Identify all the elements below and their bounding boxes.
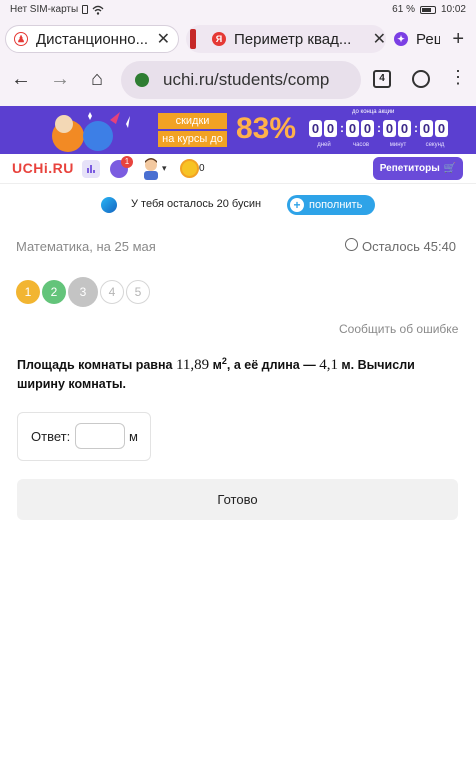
timer-unit-seconds: секунд — [425, 142, 445, 148]
topup-button-label: пополнить — [309, 199, 363, 211]
wifi-icon — [92, 5, 104, 15]
tab-group-marker — [190, 29, 196, 49]
timer-digit: 0 — [324, 120, 337, 137]
timer-digit: 0 — [398, 120, 411, 137]
answer-unit: м — [129, 429, 138, 444]
close-tab-icon[interactable]: ✕ — [367, 29, 386, 49]
tab-perimeter[interactable]: Я Периметр квад... ✕ — [186, 25, 386, 53]
system-status-bar: Нет SIM-карты 61 % 10:02 — [0, 0, 476, 22]
promo-banner[interactable]: скидки на курсы до 83% до конца акции 0 … — [0, 106, 476, 154]
lesson-subject: Математика, на 25 мая — [16, 239, 156, 254]
promo-label-discount: скидки — [158, 113, 227, 129]
ready-button[interactable]: Готово — [17, 479, 458, 520]
timer-digit: 0 — [435, 120, 448, 137]
yandex-icon: Я — [212, 32, 226, 46]
timer-separator: : — [340, 121, 344, 135]
area-unit: м — [209, 358, 222, 373]
notification-badge: 1 — [121, 156, 133, 168]
step-1[interactable]: 1 — [16, 280, 40, 304]
timer-digit: 0 — [420, 120, 433, 137]
favicon-icon: ✦ — [394, 32, 408, 46]
url-text: uchi.ru/students/comp — [163, 70, 330, 89]
site-header: UCHi.RU 1 ▾ 0 Репетиторы 🛒 — [0, 154, 476, 184]
browser-tab-strip: ♟ Дистанционно... ✕ Я Периметр квад... ✕… — [0, 22, 476, 56]
timer-unit-hours: часов — [352, 142, 370, 148]
timer-separator: : — [377, 121, 381, 135]
tutors-button-label: Репетиторы — [379, 163, 440, 174]
forward-icon[interactable]: → — [47, 68, 73, 91]
timer-title: до конца акции — [352, 109, 395, 115]
time-remaining: Осталось 45:40 — [362, 239, 457, 254]
timer-unit-days: дней — [317, 142, 331, 148]
tab-title: Дистанционно... — [36, 30, 149, 48]
secure-lock-icon — [135, 73, 149, 87]
tab-distance-learning[interactable]: ♟ Дистанционно... ✕ — [5, 25, 179, 53]
new-tab-icon[interactable]: + — [452, 28, 464, 51]
step-2[interactable]: 2 — [42, 280, 66, 304]
tab-solution[interactable]: ✦ Реш — [390, 25, 440, 53]
timer-digit: 0 — [361, 120, 374, 137]
address-bar: ← → ⌂ uchi.ru/students/comp 4 ⋮ — [0, 56, 476, 106]
battery-icon — [419, 5, 436, 14]
timer-separator: : — [414, 121, 418, 135]
tab-switcher-button[interactable]: 4 — [373, 70, 391, 88]
answer-card: Ответ: м — [17, 412, 151, 461]
step-5: 5 — [126, 280, 150, 304]
stats-icon[interactable] — [82, 160, 100, 178]
area-value: 11,89 — [175, 357, 210, 374]
stopwatch-icon — [345, 238, 358, 251]
coin-count: 0 — [199, 163, 205, 174]
answer-input[interactable] — [75, 423, 125, 449]
promo-label-courses: на курсы до — [158, 131, 227, 147]
question-part: , а её длина — — [226, 358, 320, 373]
timer-digit: 0 — [383, 120, 396, 137]
close-tab-icon[interactable]: ✕ — [151, 29, 170, 49]
promo-percent: 83% — [236, 112, 297, 145]
home-icon[interactable]: ⌂ — [84, 68, 110, 91]
carrier-text: Нет SIM-карты — [10, 4, 79, 15]
url-field[interactable]: uchi.ru/students/comp — [121, 61, 361, 99]
bead-icon — [101, 197, 117, 213]
tab-title: Реш — [416, 30, 440, 48]
topup-button[interactable]: + пополнить — [287, 195, 375, 215]
step-4: 4 — [100, 280, 124, 304]
sim-icon — [82, 5, 89, 14]
tutors-button[interactable]: Репетиторы 🛒 — [373, 157, 463, 180]
tab-title: Периметр квад... — [234, 30, 352, 48]
clock: 10:02 — [440, 4, 466, 15]
beads-remaining-text: У тебя осталось 20 бусин — [131, 198, 262, 210]
battery-percent: 61 % — [392, 4, 415, 15]
question-part: Площадь комнаты равна — [17, 358, 176, 373]
back-icon[interactable]: ← — [8, 68, 34, 91]
coin-icon — [180, 159, 199, 178]
answer-label: Ответ: — [31, 429, 71, 444]
step-3-current[interactable]: 3 — [68, 277, 98, 307]
account-icon[interactable] — [412, 70, 430, 88]
promo-characters-illustration — [52, 112, 130, 152]
timer-unit-minutes: минут — [389, 142, 407, 148]
chevron-down-icon[interactable]: ▾ — [162, 163, 167, 174]
timer-digit: 0 — [309, 120, 322, 137]
question-text: Площадь комнаты равна 11,89 м2, а её дли… — [17, 352, 462, 394]
uchi-logo[interactable]: UCHi.RU — [12, 160, 74, 176]
avatar[interactable] — [142, 158, 160, 180]
report-error-link[interactable]: Сообщить об ошибке — [339, 322, 458, 336]
timer-digit: 0 — [346, 120, 359, 137]
more-menu-icon[interactable]: ⋮ — [449, 67, 467, 88]
plus-icon: + — [290, 198, 304, 212]
cart-icon: 🛒 — [443, 163, 457, 174]
favicon-icon: ♟ — [14, 32, 28, 46]
length-value: 4,1 — [319, 357, 338, 374]
